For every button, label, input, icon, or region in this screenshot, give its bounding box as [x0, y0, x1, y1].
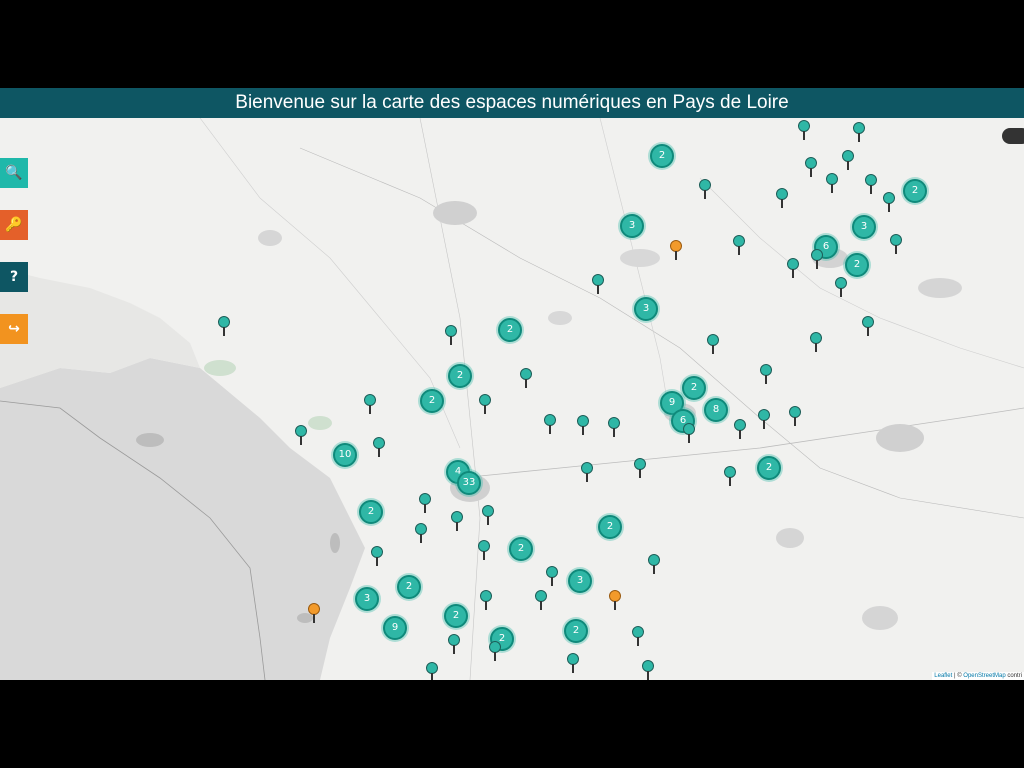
map-marker-pin[interactable]	[535, 590, 547, 610]
map-marker-pin[interactable]	[581, 462, 593, 482]
map-marker-pin[interactable]	[699, 179, 711, 199]
map-marker-pin-orange[interactable]	[308, 603, 320, 623]
map-marker-pin[interactable]	[648, 554, 660, 574]
map-marker-pin[interactable]	[634, 458, 646, 478]
map-attribution: Leaflet | © OpenStreetMap contri	[932, 672, 1024, 680]
help-button[interactable]: ?	[0, 262, 28, 292]
map-marker-pin[interactable]	[520, 368, 532, 388]
map-marker-pin[interactable]	[842, 150, 854, 170]
map-marker-pin[interactable]	[826, 173, 838, 193]
map-marker-pin[interactable]	[683, 423, 695, 443]
leaflet-link[interactable]: Leaflet	[934, 673, 952, 679]
map-marker-pin[interactable]	[415, 523, 427, 543]
share-icon: ↪	[8, 321, 20, 337]
map-marker-pin[interactable]	[577, 415, 589, 435]
attribution-separator: | ©	[952, 673, 964, 679]
map-marker-pin[interactable]	[724, 466, 736, 486]
map-marker-pin[interactable]	[419, 493, 431, 513]
map-marker-pin[interactable]	[787, 258, 799, 278]
map-marker-pin[interactable]	[835, 277, 847, 297]
marker-cluster[interactable]: 2	[564, 619, 588, 643]
marker-cluster[interactable]: 2	[598, 515, 622, 539]
marker-cluster[interactable]: 2	[444, 604, 468, 628]
map-marker-pin[interactable]	[592, 274, 604, 294]
map-marker-pin[interactable]	[544, 414, 556, 434]
map-marker-pin[interactable]	[883, 192, 895, 212]
map-marker-pin[interactable]	[805, 157, 817, 177]
map-base-layer	[0, 118, 1024, 680]
map-marker-pin[interactable]	[734, 419, 746, 439]
map-marker-pin[interactable]	[733, 235, 745, 255]
marker-cluster[interactable]: 2	[757, 456, 781, 480]
marker-cluster[interactable]: 2	[359, 500, 383, 524]
filter-button[interactable]: 🔑	[0, 210, 28, 240]
map-marker-pin[interactable]	[478, 540, 490, 560]
map-marker-pin[interactable]	[295, 425, 307, 445]
map-marker-pin[interactable]	[853, 122, 865, 142]
share-button[interactable]: ↪	[0, 314, 28, 344]
search-button[interactable]: 🔍	[0, 158, 28, 188]
map-marker-pin[interactable]	[707, 334, 719, 354]
map-marker-pin[interactable]	[479, 394, 491, 414]
map-marker-pin[interactable]	[890, 234, 902, 254]
marker-cluster[interactable]: 8	[704, 398, 728, 422]
marker-cluster[interactable]: 3	[355, 587, 379, 611]
map-marker-pin[interactable]	[448, 634, 460, 654]
help-icon: ?	[9, 269, 19, 285]
map-marker-pin[interactable]	[489, 641, 501, 661]
map-marker-pin-orange[interactable]	[670, 240, 682, 260]
map-marker-pin[interactable]	[642, 660, 654, 680]
marker-cluster[interactable]: 10	[333, 443, 357, 467]
marker-cluster[interactable]: 3	[852, 215, 876, 239]
key-icon: 🔑	[5, 217, 23, 233]
map-marker-pin[interactable]	[632, 626, 644, 646]
map-marker-pin[interactable]	[811, 249, 823, 269]
osm-link[interactable]: OpenStreetMap	[963, 673, 1005, 679]
marker-cluster[interactable]: 2	[682, 376, 706, 400]
map-marker-pin[interactable]	[862, 316, 874, 336]
marker-cluster[interactable]: 2	[397, 575, 421, 599]
map-marker-pin[interactable]	[789, 406, 801, 426]
map-marker-pin[interactable]	[865, 174, 877, 194]
map-marker-pin[interactable]	[760, 364, 772, 384]
map-view[interactable]: 2 3 6 3 2 2 3 2 2 2 2 9 8 6 10 4 33 2 2 2 2 2 3 2 3 9 2 2 Leaflet |…	[0, 118, 1024, 680]
marker-cluster[interactable]: 3	[634, 297, 658, 321]
map-marker-pin[interactable]	[608, 417, 620, 437]
map-marker-pin[interactable]	[546, 566, 558, 586]
map-marker-pin[interactable]	[482, 505, 494, 525]
map-marker-pin[interactable]	[776, 188, 788, 208]
map-marker-pin-orange[interactable]	[609, 590, 621, 610]
marker-cluster[interactable]: 9	[383, 616, 407, 640]
page-title-banner: Bienvenue sur la carte des espaces numér…	[0, 88, 1024, 118]
map-marker-pin[interactable]	[426, 662, 438, 680]
marker-cluster[interactable]: 3	[568, 569, 592, 593]
marker-cluster[interactable]: 2	[448, 364, 472, 388]
marker-cluster[interactable]: 2	[845, 253, 869, 277]
map-marker-pin[interactable]	[451, 511, 463, 531]
marker-cluster[interactable]: 3	[620, 214, 644, 238]
map-marker-pin[interactable]	[567, 653, 579, 673]
attribution-suffix: contri	[1005, 673, 1022, 679]
map-marker-pin[interactable]	[373, 437, 385, 457]
layer-toggle[interactable]	[1002, 128, 1024, 144]
marker-cluster[interactable]: 2	[650, 144, 674, 168]
map-marker-pin[interactable]	[758, 409, 770, 429]
map-marker-pin[interactable]	[218, 316, 230, 336]
marker-cluster[interactable]: 2	[509, 537, 533, 561]
map-marker-pin[interactable]	[364, 394, 376, 414]
search-icon: 🔍	[5, 165, 23, 181]
marker-cluster[interactable]: 2	[498, 318, 522, 342]
map-marker-pin[interactable]	[480, 590, 492, 610]
map-marker-pin[interactable]	[371, 546, 383, 566]
map-marker-pin[interactable]	[445, 325, 457, 345]
map-marker-pin[interactable]	[798, 120, 810, 140]
map-marker-pin[interactable]	[810, 332, 822, 352]
marker-cluster[interactable]: 33	[457, 471, 481, 495]
marker-cluster[interactable]: 2	[903, 179, 927, 203]
marker-cluster[interactable]: 2	[420, 389, 444, 413]
